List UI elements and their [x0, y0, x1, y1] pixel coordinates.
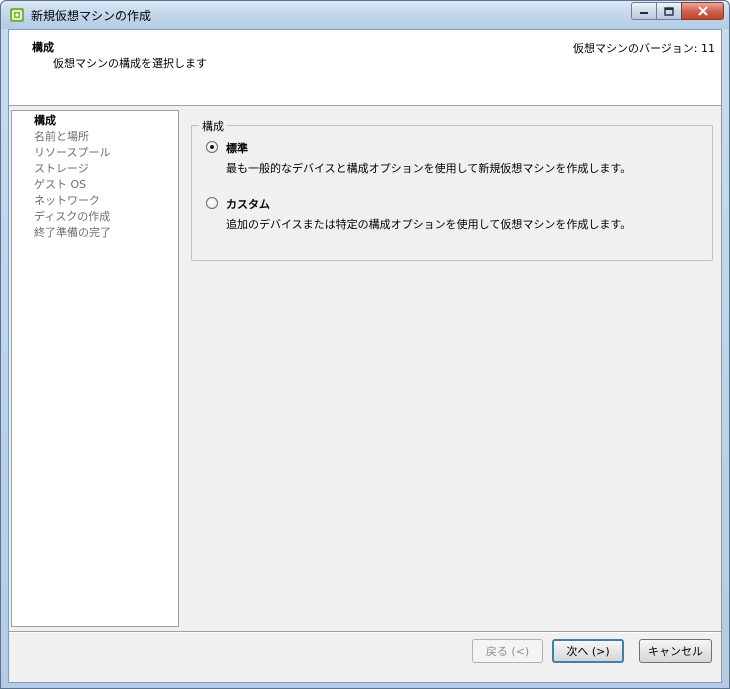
option-typical-label[interactable]: 標準	[226, 140, 248, 156]
wizard-window: 新規仮想マシンの作成 構成 仮想マシンの構成を選択します 仮想マシンのバージョン…	[0, 0, 730, 689]
footer-divider	[9, 631, 721, 633]
step-name-location[interactable]: 名前と場所	[34, 129, 178, 145]
option-custom-description: 追加のデバイスまたは特定の構成オプションを使用して仮想マシンを作成します。	[226, 218, 632, 231]
step-configuration[interactable]: 構成	[34, 113, 178, 129]
step-storage[interactable]: ストレージ	[34, 161, 178, 177]
back-button[interactable]: 戻る (<)	[472, 639, 543, 663]
step-guest-os[interactable]: ゲスト OS	[34, 177, 178, 193]
step-create-disk[interactable]: ディスクの作成	[34, 209, 178, 225]
cancel-button[interactable]: キャンセル	[639, 639, 712, 663]
window-controls	[631, 2, 724, 21]
close-button[interactable]	[681, 2, 724, 20]
option-typical-description: 最も一般的なデバイスと構成オプションを使用して新規仮想マシンを作成します。	[226, 162, 632, 175]
close-icon	[697, 6, 708, 16]
title-bar[interactable]: 新規仮想マシンの作成	[1, 1, 729, 29]
radio-custom[interactable]	[206, 197, 218, 209]
wizard-step-list: 構成 名前と場所 リソースプール ストレージ ゲスト OS ネットワーク ディス…	[11, 110, 179, 627]
minimize-icon	[640, 12, 648, 14]
page-title: 構成	[32, 41, 54, 54]
page-subtitle: 仮想マシンの構成を選択します	[53, 57, 207, 70]
wizard-header: 構成 仮想マシンの構成を選択します 仮想マシンのバージョン: 11	[9, 30, 721, 106]
maximize-icon	[664, 6, 674, 16]
next-button[interactable]: 次へ (>)	[552, 639, 624, 663]
step-ready-to-complete[interactable]: 終了準備の完了	[34, 225, 178, 241]
configuration-group-legend: 構成	[199, 118, 227, 134]
maximize-button[interactable]	[656, 2, 682, 20]
vm-version-label: 仮想マシンのバージョン: 11	[573, 42, 715, 55]
option-custom-label[interactable]: カスタム	[226, 196, 270, 212]
radio-typical[interactable]	[206, 141, 218, 153]
step-network[interactable]: ネットワーク	[34, 193, 178, 209]
step-resource-pool[interactable]: リソースプール	[34, 145, 178, 161]
minimize-button[interactable]	[631, 2, 657, 20]
wizard-client-area: 構成 仮想マシンの構成を選択します 仮想マシンのバージョン: 11 構成 名前と…	[8, 29, 722, 683]
configuration-group: 構成 標準 最も一般的なデバイスと構成オプションを使用して新規仮想マシンを作成し…	[191, 118, 713, 261]
window-title: 新規仮想マシンの作成	[31, 9, 152, 23]
vsphere-app-icon	[9, 7, 25, 23]
